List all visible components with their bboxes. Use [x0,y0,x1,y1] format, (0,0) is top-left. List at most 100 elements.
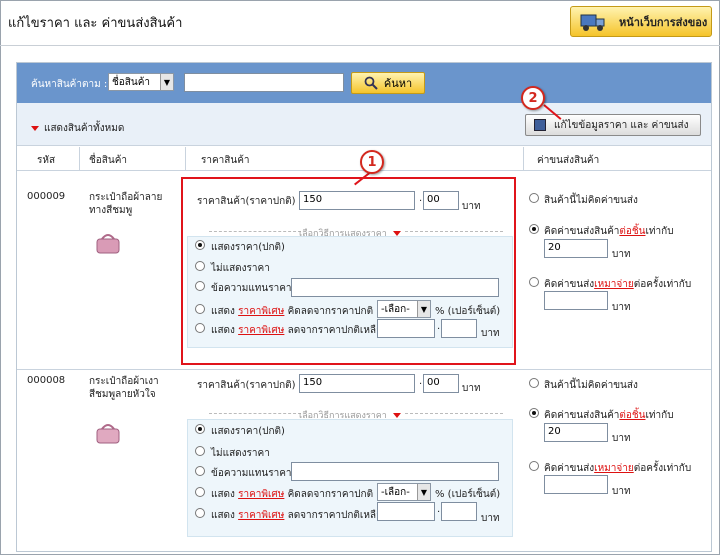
ship-per-piece-pre: คิดค่าขนส่งสินค้า [544,410,620,421]
expand-arrow-icon [31,125,39,131]
delivery-truck-icon [580,14,605,31]
ship-per-piece-post: เท่ากับ [645,226,674,237]
percent-unit: % (เปอร์เซ็นต์) [435,489,501,500]
save-disk-icon [534,119,546,131]
search-by-label: ค้นหาสินค้าตาม : [31,79,108,90]
special-price-link[interactable]: ราคาพิเศษ [238,489,284,500]
baht-unit: บาท [612,433,631,444]
radio-special-percent[interactable] [195,487,205,497]
row-divider [17,369,711,370]
radio-ship-per-piece[interactable] [529,224,539,234]
search-field-value: ชื่อสินค้า [112,76,151,88]
col-divider [79,147,80,171]
toolbar: แสดงสินค้าทั้งหมด แก้ไขข้อมูลราคา และ ค่… [17,103,711,146]
search-button-label: ค้นหา [383,77,413,90]
reduce-to-text: ลดจากราคาปกติเหลือ [287,510,383,521]
ship-lump-pre: คิดค่าขนส่ง [544,279,595,290]
price-integer-input[interactable]: 150 [299,374,415,393]
per-piece-link[interactable]: ต่อชิ้น [619,226,645,237]
highlight-box [181,177,516,365]
callout-badge-1: 1 [360,150,384,174]
percent-select[interactable]: -เลือก- ▼ [377,483,431,501]
radio-ship-per-piece[interactable] [529,408,539,418]
opt-show-price-label: แสดงราคา(ปกติ) [211,426,285,437]
ship-per-piece-input[interactable]: 20 [544,423,608,442]
save-edit-label: แก้ไขข้อมูลราคา และ ค่าขนส่ง [554,119,689,131]
product-code: 000008 [27,375,66,386]
search-bar: ค้นหาสินค้าตาม : ชื่อสินค้า ▼ ค้นหา [17,63,711,103]
decimal-point: . [419,376,423,387]
show-all-label: แสดงสินค้าทั้งหมด [44,123,125,134]
ship-per-piece-pre: คิดค่าขนส่งสินค้า [544,226,620,237]
product-name: กระเป๋าถือผ้าเงาสีชมพูลายหัวใจ [89,376,159,400]
lump-sum-link[interactable]: เหมาจ่าย [594,279,634,290]
divider [405,413,503,414]
radio-ship-lump[interactable] [529,277,539,287]
radio-ship-none[interactable] [529,378,539,388]
opt-hide-price-label: ไม่แสดงราคา [211,448,270,459]
page-title: แก้ไขราคา และ ค่าขนส่งสินค้า [8,16,183,31]
radio-hide-price[interactable] [195,446,205,456]
chevron-down-icon: ▼ [417,484,430,500]
special-price-link[interactable]: ราคาพิเศษ [238,510,284,521]
ship-lump-post: ต่อครั้งเท่ากับ [633,279,692,290]
col-divider [185,147,186,171]
dropdown-arrow-icon [392,413,401,418]
ship-none-label: สินค้านี้ไม่คิดค่าขนส่ง [544,380,638,391]
shipping-home-label: หน้าเว็บการส่งของ [619,15,708,29]
product-name: กระเป๋าถือผ้าลายทางสีชมพู [89,192,163,216]
product-thumbnail [96,234,120,254]
radio-replace-text[interactable] [195,466,205,476]
ship-per-piece-label: คิดค่าขนส่งสินค้าต่อชิ้นเท่ากับ [544,408,674,423]
divider [209,413,301,414]
col-name: ชื่อสินค้า [89,155,128,166]
radio-ship-none[interactable] [529,193,539,203]
baht-unit: บาท [481,513,500,524]
opt-special-reduce-label: แสดง ราคาพิเศษ ลดจากราคาปกติเหลือ [211,508,382,523]
ship-lump-pre: คิดค่าขนส่ง [544,463,595,474]
per-piece-link[interactable]: ต่อชิ้น [619,410,645,421]
ship-lump-label: คิดค่าขนส่งเหมาจ่ายต่อครั้งเท่ากับ [544,277,691,292]
search-field-select[interactable]: ชื่อสินค้า ▼ [108,73,174,91]
ship-per-piece-input[interactable]: 20 [544,239,608,258]
ship-lump-input[interactable] [544,475,608,494]
product-thumbnail [96,424,120,444]
col-shipping: ค่าขนส่งสินค้า [537,155,600,166]
opt-special-percent-label: แสดง ราคาพิเศษ คิดลดจากราคาปกติ = [211,487,385,502]
col-code: รหัส [37,155,56,166]
radio-show-price[interactable] [195,424,205,434]
price-decimal-input[interactable]: 00 [423,374,459,393]
percent-select-value: -เลือก- [381,486,410,498]
opt-replace-text-label: ข้อความแทนราคา [211,468,292,479]
ship-lump-post: ต่อครั้งเท่ากับ [633,463,692,474]
decimal-point: . [437,504,441,515]
reduced-price-input[interactable] [377,502,435,521]
show-word: แสดง [211,510,235,521]
col-price: ราคาสินค้า [201,155,250,166]
price-label: ราคาสินค้า(ราคาปกติ) [197,380,296,391]
ship-lump-label: คิดค่าขนส่งเหมาจ่ายต่อครั้งเท่ากับ [544,461,691,476]
show-all-toggle[interactable]: แสดงสินค้าทั้งหมด [31,121,124,136]
baht-unit: บาท [462,383,481,394]
callout-badge-2: 2 [521,86,545,110]
ship-none-label: สินค้านี้ไม่คิดค่าขนส่ง [544,195,638,206]
baht-unit: บาท [612,249,631,260]
show-word: แสดง [211,489,235,500]
radio-ship-lump[interactable] [529,461,539,471]
lump-sum-link[interactable]: เหมาจ่าย [594,463,634,474]
shipping-home-button[interactable]: หน้าเว็บการส่งของ [570,6,712,37]
search-input[interactable] [184,73,344,92]
col-divider [523,147,524,171]
baht-unit: บาท [612,302,631,313]
ship-lump-input[interactable] [544,291,608,310]
search-button[interactable]: ค้นหา [351,72,425,94]
radio-special-reduce[interactable] [195,508,205,518]
search-icon [364,76,378,90]
replace-text-input[interactable] [291,462,499,481]
product-code: 000009 [27,191,66,202]
reduced-decimal-input[interactable] [441,502,477,521]
save-edit-button[interactable]: แก้ไขข้อมูลราคา และ ค่าขนส่ง [525,114,701,136]
calc-from-normal-text: คิดลดจากราคาปกติ = [287,489,385,500]
ship-per-piece-post: เท่ากับ [645,410,674,421]
title-divider [0,45,720,46]
